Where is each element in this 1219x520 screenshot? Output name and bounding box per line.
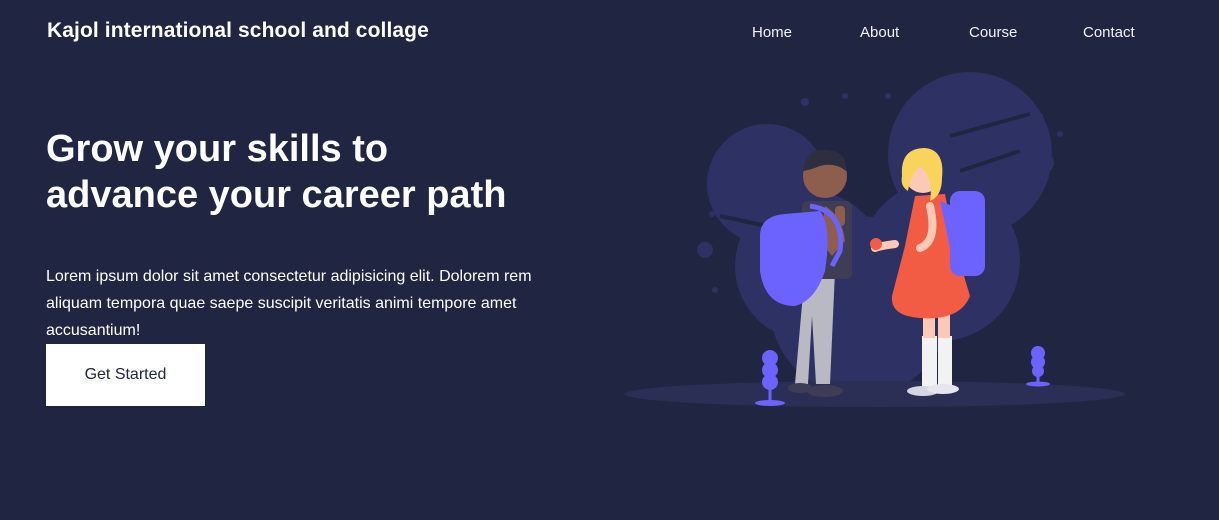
plant-right-icon	[1026, 346, 1050, 387]
brand-title[interactable]: Kajol international school and collage	[47, 19, 429, 43]
navbar: Kajol international school and collage H…	[0, 0, 1219, 66]
hero-description: Lorem ipsum dolor sit amet consectetur a…	[46, 268, 532, 339]
nav-link-course[interactable]: Course	[969, 24, 1017, 41]
get-started-button[interactable]: Get Started	[46, 344, 205, 406]
nav-link-home[interactable]: Home	[752, 24, 792, 41]
ground-shadow	[625, 381, 1125, 407]
nav-link-about[interactable]: About	[860, 24, 899, 41]
nav-link-contact[interactable]: Contact	[1083, 24, 1135, 41]
hero-title: Grow your skills to advance your career …	[46, 128, 507, 216]
students-illustration	[625, 72, 1125, 407]
